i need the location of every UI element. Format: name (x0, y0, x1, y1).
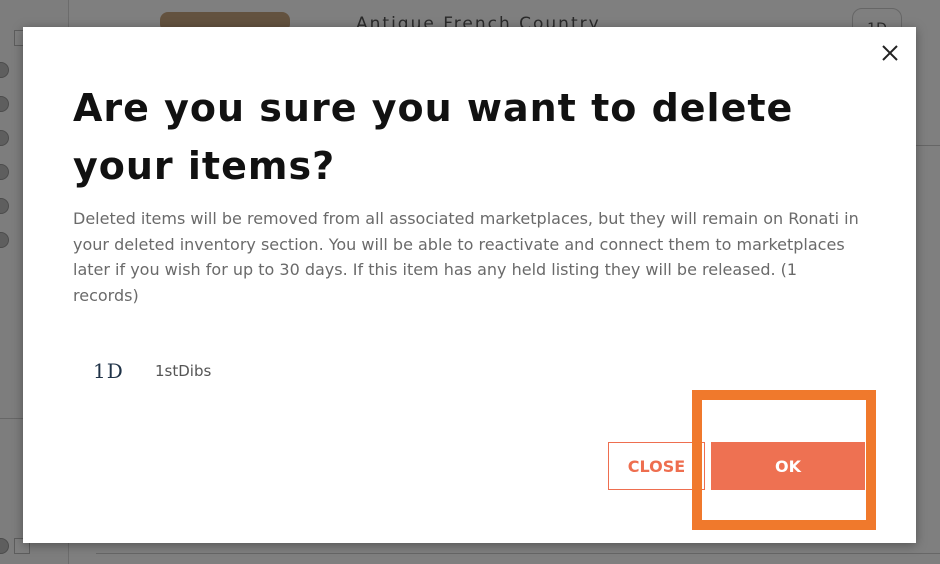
dialog-title: Are you sure you want to delete your ite… (73, 86, 794, 188)
1stdibs-logo-icon: 1D (93, 359, 124, 383)
dialog-description: Deleted items will be removed from all a… (73, 209, 859, 305)
marketplace-item: 1D 1stDibs (93, 356, 211, 386)
ok-button[interactable]: OK (711, 442, 865, 490)
delete-confirm-dialog: Are you sure you want to delete your ite… (23, 27, 916, 543)
close-icon[interactable] (878, 41, 902, 65)
marketplace-name: 1stDibs (155, 362, 212, 380)
close-button[interactable]: CLOSE (608, 442, 705, 490)
